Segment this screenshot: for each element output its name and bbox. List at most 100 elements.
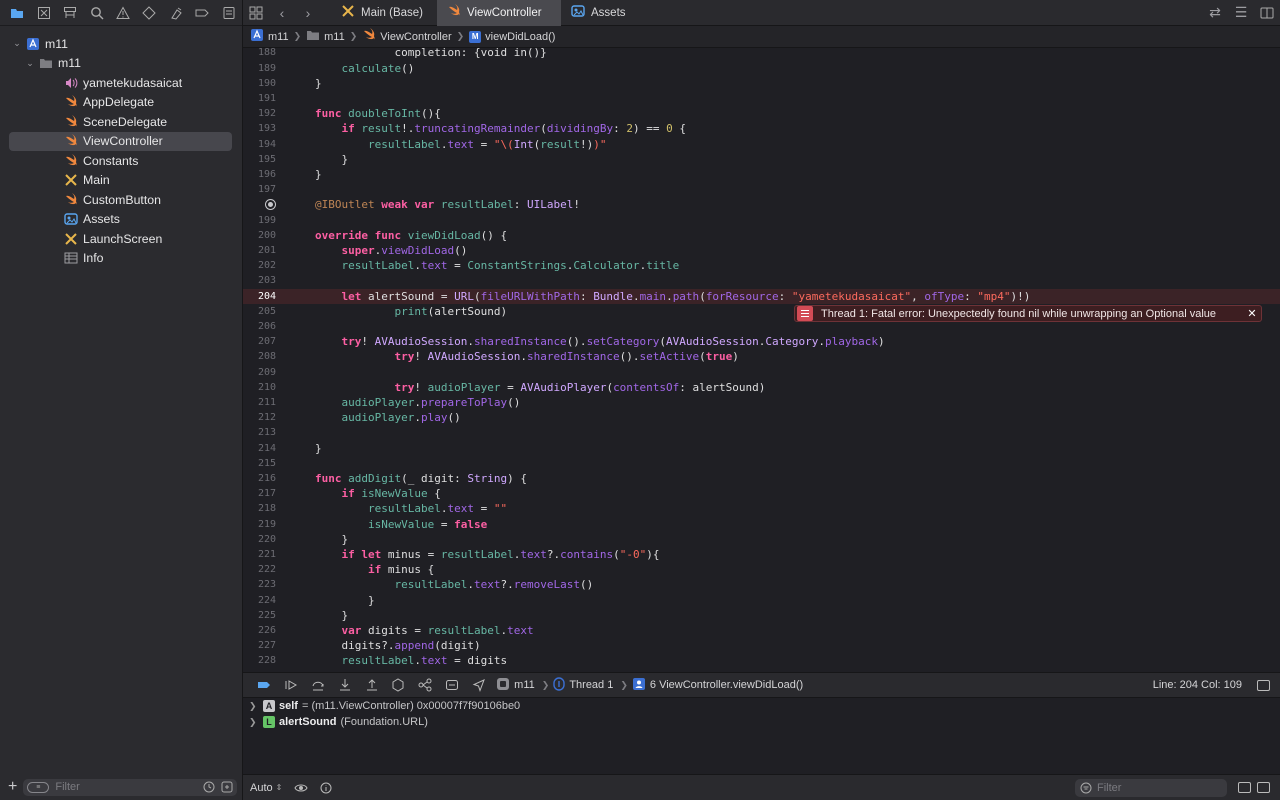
line-number[interactable]: 211 [243,395,276,410]
step-into-icon[interactable] [331,672,358,698]
code-line[interactable]: 222 if minus { [243,562,1280,577]
console-filter-input[interactable] [1097,781,1217,794]
code-line[interactable]: 218 resultLabel.text = "" [243,501,1280,516]
outlet-connection-icon[interactable] [265,199,276,211]
line-number[interactable]: 201 [243,243,276,258]
code-line[interactable]: 198@IBOutlet weak var resultLabel: UILab… [243,197,1280,212]
line-number[interactable]: 202 [243,258,276,273]
line-number[interactable]: 213 [243,425,276,440]
line-number[interactable]: 205 [243,304,276,319]
file-tree-item[interactable]: LaunchScreen [0,229,242,249]
debug-breadcrumb-item[interactable]: 6 ViewController.viewDidLoad() [632,677,803,694]
code-line[interactable]: 226 var digits = resultLabel.text [243,623,1280,638]
disclosure-chevron-icon[interactable]: ❯ [249,701,259,712]
code-line[interactable]: 203 [243,273,1280,288]
line-number[interactable]: 223 [243,577,276,592]
line-number[interactable]: 228 [243,653,276,668]
variable-row[interactable]: ❯ Aself = (m11.ViewController) 0x00007f7f9… [243,698,1280,714]
recent-files-icon[interactable] [203,781,215,793]
line-number[interactable]: 222 [243,562,276,577]
code-line[interactable]: 210 try! audioPlayer = AVAudioPlayer(con… [243,380,1280,395]
breadcrumb-item[interactable]: m11 [306,29,345,44]
line-number[interactable]: 206 [243,319,276,334]
line-number[interactable]: 218 [243,501,276,516]
editor-tab[interactable]: ViewController [437,0,561,26]
code-line[interactable]: 217 if isNewValue { [243,486,1280,501]
code-line[interactable]: 221 if let minus = resultLabel.text?.con… [243,547,1280,562]
step-over-icon[interactable] [305,672,332,698]
variable-row[interactable]: ❯ LalertSound (Foundation.URL) [243,714,1280,730]
disclosure-chevron-icon[interactable]: ⌄ [12,38,22,49]
code-line[interactable]: 191 [243,91,1280,106]
line-number[interactable]: 225 [243,608,276,623]
search-icon[interactable] [83,0,109,26]
line-number[interactable]: 226 [243,623,276,638]
close-icon[interactable]: ✕ [1243,307,1261,320]
console-filter-field[interactable] [1075,778,1227,797]
back-chevron-icon[interactable]: ‹ [269,0,295,26]
line-number[interactable]: 189 [243,61,276,76]
code-line[interactable]: 200 override func viewDidLoad() { [243,228,1280,243]
line-number[interactable]: 207 [243,334,276,349]
code-line[interactable]: 220 } [243,532,1280,547]
code-line[interactable]: 199 [243,213,1280,228]
code-line[interactable]: 189 calculate() [243,61,1280,76]
code-line[interactable]: 228 resultLabel.text = digits [243,653,1280,668]
editor-tab[interactable]: Main (Base) [331,0,437,26]
eye-icon[interactable] [294,783,308,793]
code-line[interactable]: 196} [243,167,1280,182]
line-number[interactable]: 210 [243,380,276,395]
line-number[interactable]: 208 [243,349,276,364]
continue-icon[interactable] [278,672,305,698]
show-console-icon[interactable] [1257,782,1270,793]
debug-breadcrumb-item[interactable]: Thread 1 [553,676,613,694]
code-line[interactable]: 212 audioPlayer.play() [243,410,1280,425]
code-line[interactable]: 207 try! AVAudioSession.sharedInstance()… [243,334,1280,349]
filter-options-icon[interactable]: ≡ [27,781,50,793]
code-line[interactable]: 224 } [243,593,1280,608]
code-line[interactable]: 202 resultLabel.text = ConstantStrings.C… [243,258,1280,273]
line-number[interactable]: 188 [243,48,276,61]
code-line[interactable]: 211 audioPlayer.prepareToPlay() [243,395,1280,410]
line-number[interactable]: 190 [243,76,276,91]
code-line[interactable]: 195 } [243,152,1280,167]
file-tree-item[interactable]: CustomButton [0,190,242,210]
code-line[interactable]: 201 super.viewDidLoad() [243,243,1280,258]
line-number[interactable]: 227 [243,638,276,653]
debug-spray-icon[interactable] [163,0,189,26]
line-number[interactable]: 214 [243,441,276,456]
navigator-filter-field[interactable]: ≡ [23,778,238,796]
file-tree-item[interactable]: AppDelegate [0,93,242,113]
line-number[interactable]: 197 [243,182,276,197]
line-number[interactable]: 219 [243,517,276,532]
test-diamond-icon[interactable] [136,0,162,26]
step-out-icon[interactable] [358,672,385,698]
line-number[interactable]: 194 [243,137,276,152]
code-line[interactable]: 194 resultLabel.text = "\(Int(result!))" [243,137,1280,152]
code-line[interactable]: 208 try! AVAudioSession.sharedInstance()… [243,349,1280,364]
file-tree-item[interactable]: SceneDelegate [0,112,242,132]
grid-icon[interactable] [243,0,269,26]
line-number[interactable]: 193 [243,121,276,136]
editor-tab[interactable]: Assets [561,0,640,26]
line-number[interactable]: 224 [243,593,276,608]
line-number[interactable]: 203 [243,273,276,288]
disclosure-chevron-icon[interactable]: ⌄ [25,58,35,69]
add-icon[interactable]: + [8,778,17,796]
variables-scope-select[interactable]: Auto ⇕ [250,782,282,794]
code-line[interactable]: 219 isNewValue = false [243,517,1280,532]
environment-overrides-icon[interactable] [439,672,466,698]
file-tree-item[interactable]: yametekudasaicat [0,73,242,93]
show-variables-icon[interactable] [1238,782,1251,793]
breakpoint-icon[interactable] [189,0,215,26]
disclosure-chevron-icon[interactable]: ❯ [249,717,259,728]
hide-debug-area-icon[interactable] [1257,679,1270,691]
location-icon[interactable] [465,672,492,698]
editor-options-icon[interactable]: ☰ [1228,0,1254,26]
breadcrumb-item[interactable]: MviewDidLoad() [469,30,555,43]
file-tree-item[interactable]: Assets [0,210,242,230]
line-number[interactable]: 220 [243,532,276,547]
file-tree-item[interactable]: ⌄ m11 [0,54,242,74]
code-line[interactable]: 227 digits?.append(digit) [243,638,1280,653]
source-control-filter-icon[interactable] [221,781,233,793]
